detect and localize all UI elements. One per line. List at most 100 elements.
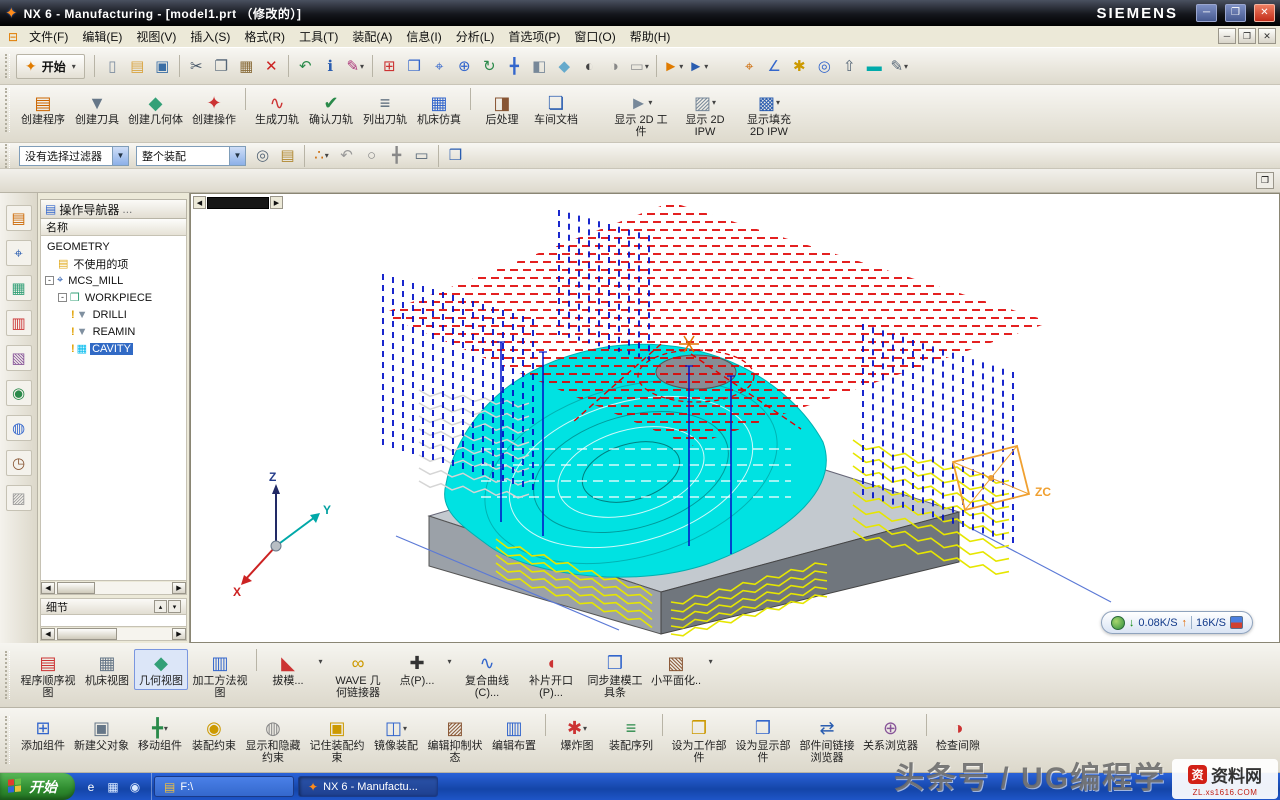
tree-hscrollbar[interactable]: ◀ ▶: [40, 581, 187, 595]
details-header[interactable]: 细节 ▴ ▾: [40, 598, 187, 615]
assembly-sequences-button[interactable]: ≡装配序列: [604, 714, 658, 755]
orient-view-button[interactable]: ◧: [527, 54, 552, 79]
sphere-tool-button[interactable]: ○: [359, 143, 384, 168]
relations-browser-button[interactable]: ⊕关系浏览器: [859, 714, 922, 755]
tree-item-workpiece[interactable]: -❒WORKPIECE: [41, 289, 186, 306]
expander-icon[interactable]: -: [58, 293, 67, 302]
tree-column-header[interactable]: 名称: [40, 219, 187, 236]
mdi-minimize-button[interactable]: ─: [1218, 28, 1236, 44]
tree-item-unused-items[interactable]: ▤不使用的项: [41, 255, 186, 272]
shaded-view-button[interactable]: ◐: [577, 54, 602, 79]
combo-dropdown-icon[interactable]: ▼: [112, 147, 128, 165]
undo-button[interactable]: ↶: [293, 54, 318, 79]
toolbar-grip[interactable]: [5, 54, 10, 78]
drag-tool-button[interactable]: ╋: [384, 143, 409, 168]
geometry-view-button[interactable]: ◆几何视图: [134, 649, 188, 690]
details-expand-icon[interactable]: ▴: [154, 600, 167, 613]
preferences-gear-button[interactable]: ✱: [787, 54, 812, 79]
verify-toolpath-button[interactable]: ✔确认刀轨: [304, 88, 358, 129]
csys-dialog-button[interactable]: ⌖: [737, 54, 762, 79]
details-collapse-icon[interactable]: ▾: [168, 600, 181, 613]
dropdown-arrow-button[interactable]: ▾: [705, 649, 716, 674]
circle-snap-button[interactable]: ◎: [812, 54, 837, 79]
copy-button[interactable]: ❐: [209, 54, 234, 79]
media-player-quicklaunch-icon[interactable]: ◉: [126, 778, 144, 796]
shop-documentation-button[interactable]: ❏车间文档: [529, 88, 583, 129]
history-button[interactable]: ◷: [6, 450, 32, 476]
menu-6[interactable]: 工具(T): [292, 25, 345, 48]
tree-item-reaming-op[interactable]: !▼REAMIN: [41, 323, 186, 340]
work-cube-button[interactable]: ❒: [443, 143, 468, 168]
make-displayed-part-button[interactable]: ❒设为显示部件: [731, 714, 795, 767]
find-component-button[interactable]: ◎: [250, 143, 275, 168]
menu-11[interactable]: 窗口(O): [567, 25, 622, 48]
collapse-left-icon[interactable]: ◀: [193, 196, 206, 209]
details-hscrollbar[interactable]: ◀ ▶: [40, 627, 187, 641]
scroll-track[interactable]: [55, 628, 172, 640]
refresh-button[interactable]: ↻: [477, 54, 502, 79]
snap-settings-button[interactable]: ∴▾: [309, 143, 334, 168]
generate-toolpath-button[interactable]: ∿生成刀轨: [250, 88, 304, 129]
program-order-view-button[interactable]: ▤程序顺序视图: [16, 649, 80, 702]
save-button[interactable]: ▣: [150, 54, 175, 79]
scroll-right-icon[interactable]: ▶: [172, 582, 186, 594]
create-geometry-button[interactable]: ◆创建几何体: [124, 88, 187, 129]
menu-12[interactable]: 帮助(H): [623, 25, 678, 48]
dropdown-arrow[interactable]: ▾: [645, 62, 649, 71]
new-part-button[interactable]: ▯: [100, 54, 125, 79]
minimize-button[interactable]: ─: [1196, 4, 1217, 22]
windows-start-button[interactable]: 开始: [0, 773, 75, 800]
make-work-part-button[interactable]: ❒设为工作部件: [667, 714, 731, 767]
dropdown-arrow[interactable]: ▾: [648, 98, 652, 107]
remember-constraints-button[interactable]: ▣记住装配约束: [305, 714, 369, 767]
dropdown-arrow[interactable]: ▾: [360, 62, 364, 71]
background-swatch-button[interactable]: ▭▾: [627, 54, 652, 79]
show-hide-constraints-button[interactable]: ◍显示和隐藏约束: [241, 714, 305, 767]
network-speed-tray[interactable]: ↓ 0.08K/S ↑ 16K/S: [1101, 611, 1253, 634]
show-hide-button[interactable]: ❒: [402, 54, 427, 79]
machine-simulation-button[interactable]: ▦机床仿真: [412, 88, 466, 129]
scroll-right-icon[interactable]: ▶: [172, 628, 186, 640]
start-menu-button[interactable]: ✦ 开始 ▾: [16, 54, 85, 79]
list-toolpath-button[interactable]: ≡列出刀轨: [358, 88, 412, 129]
wave-geometry-linker-button[interactable]: ∞WAVE 几何链接器: [326, 649, 390, 702]
dropdown-arrow[interactable]: ▾: [679, 62, 683, 71]
exploded-views-button[interactable]: ✱▾爆炸图: [550, 714, 604, 755]
snap-orient-button[interactable]: ►▾: [686, 54, 711, 79]
restore-button[interactable]: ❐: [1225, 4, 1246, 22]
toolbar-grip[interactable]: [5, 651, 10, 699]
dropdown-arrow[interactable]: ▾: [325, 151, 329, 160]
measure-button[interactable]: ▬: [862, 54, 887, 79]
zoom-button[interactable]: ⊕: [452, 54, 477, 79]
open-search-button[interactable]: ▤: [275, 143, 300, 168]
interpart-link-browser-button[interactable]: ⇄部件间链接浏览器: [795, 714, 859, 767]
info-cursor-button[interactable]: ℹ: [318, 54, 343, 79]
menu-9[interactable]: 分析(L): [449, 25, 502, 48]
tree-item-drilling-op[interactable]: !▼DRILLI: [41, 306, 186, 323]
show-2d-ipw-button[interactable]: ▨▾显示 2D IPW: [673, 88, 737, 141]
marquee-select-button[interactable]: ▭: [409, 143, 434, 168]
machine-tool-view-button[interactable]: ▦机床视图: [80, 649, 134, 690]
dropdown-arrow-button[interactable]: ▾: [315, 649, 326, 674]
undo-gray-button[interactable]: ↶: [334, 143, 359, 168]
facet-body-button[interactable]: ▧小平面化..: [647, 649, 705, 690]
delete-button[interactable]: ✕: [259, 54, 284, 79]
move-component-button[interactable]: ╋▾移动组件: [133, 714, 187, 755]
web-browser-button[interactable]: ◍: [6, 415, 32, 441]
mirror-assembly-button[interactable]: ◫▾镜像装配: [369, 714, 423, 755]
pan-button[interactable]: ╋: [502, 54, 527, 79]
draft-button[interactable]: ◣拔模...: [261, 649, 315, 690]
synchronous-modeling-toolbar-button[interactable]: ❒同步建模工具条: [583, 649, 647, 702]
style-brush-button[interactable]: ✎▾: [343, 54, 368, 79]
cut-button[interactable]: ✂: [184, 54, 209, 79]
dropdown-arrow-button[interactable]: ▾: [444, 649, 455, 674]
navigator-header[interactable]: ▤ 操作导航器 ...: [40, 199, 187, 219]
scroll-thumb[interactable]: [57, 628, 117, 640]
fit-view-button[interactable]: ⌖: [427, 54, 452, 79]
create-program-button[interactable]: ▤创建程序: [16, 88, 70, 129]
scroll-left-icon[interactable]: ◀: [41, 628, 55, 640]
assembly-navigator-button[interactable]: ▤: [6, 205, 32, 231]
taskbar-item-nx[interactable]: ✦ NX 6 - Manufactu...: [298, 776, 438, 797]
postprocess-button[interactable]: ◨后处理: [475, 88, 529, 129]
toolbar-grip[interactable]: [5, 144, 10, 168]
